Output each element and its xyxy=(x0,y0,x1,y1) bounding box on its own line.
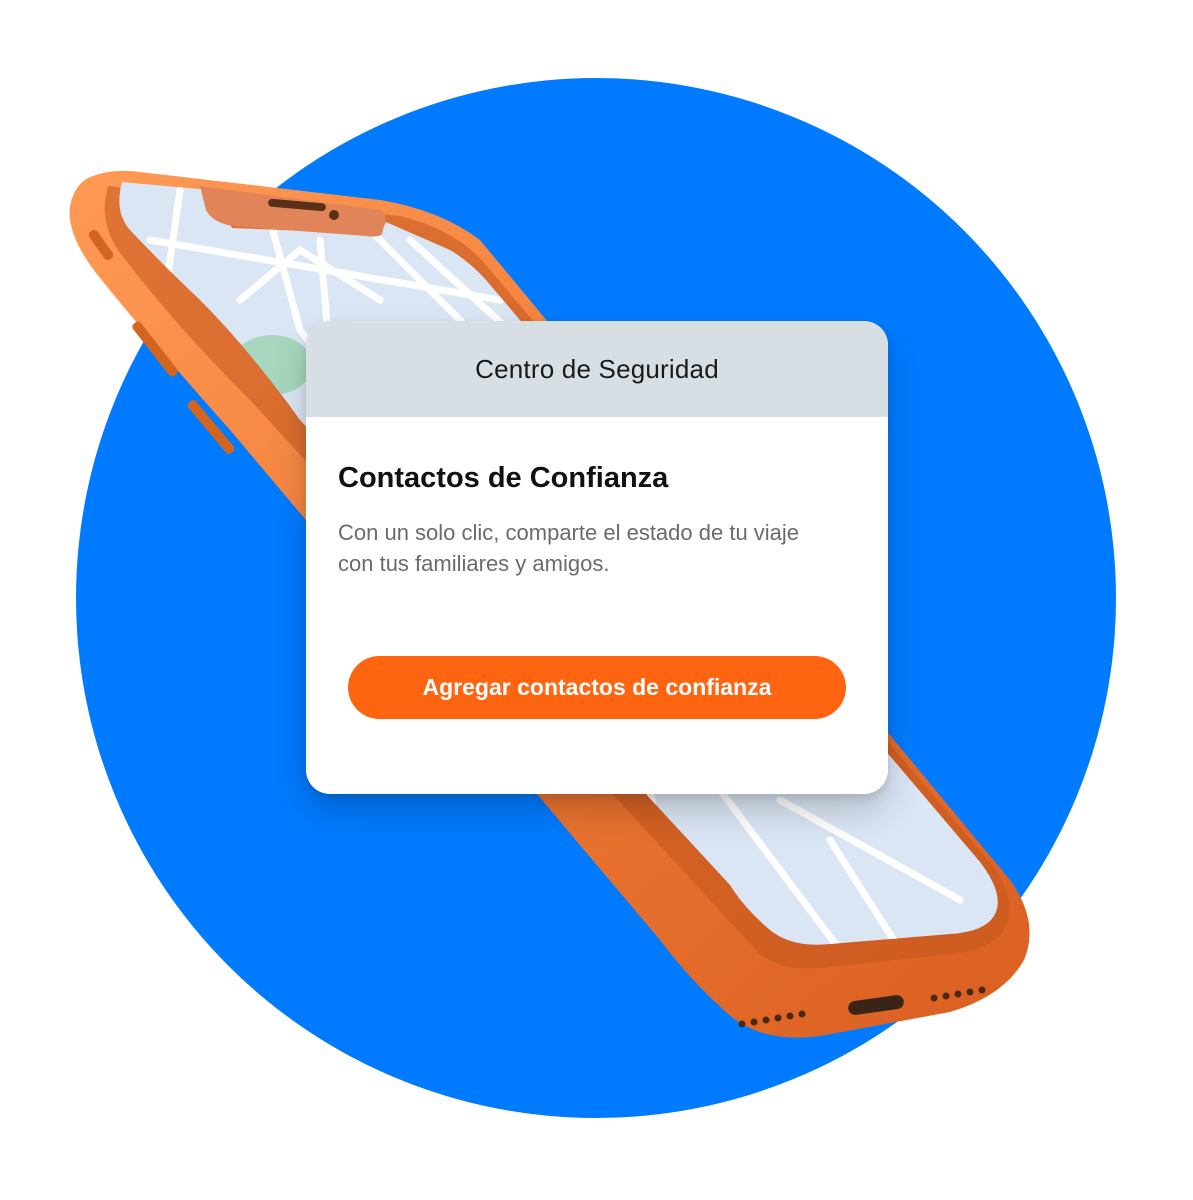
add-trusted-contacts-button[interactable]: Agregar contactos de confianza xyxy=(348,656,846,719)
card-heading: Contactos de Confianza xyxy=(338,462,669,494)
card-description: Con un solo clic, comparte el estado de … xyxy=(338,520,800,576)
safety-card: Centro de Seguridad Contactos de Confian… xyxy=(306,321,888,794)
card-body: Contactos de Confianza Con un solo clic,… xyxy=(306,417,888,579)
card-header: Centro de Seguridad xyxy=(306,321,888,417)
card-header-title: Centro de Seguridad xyxy=(475,353,719,384)
